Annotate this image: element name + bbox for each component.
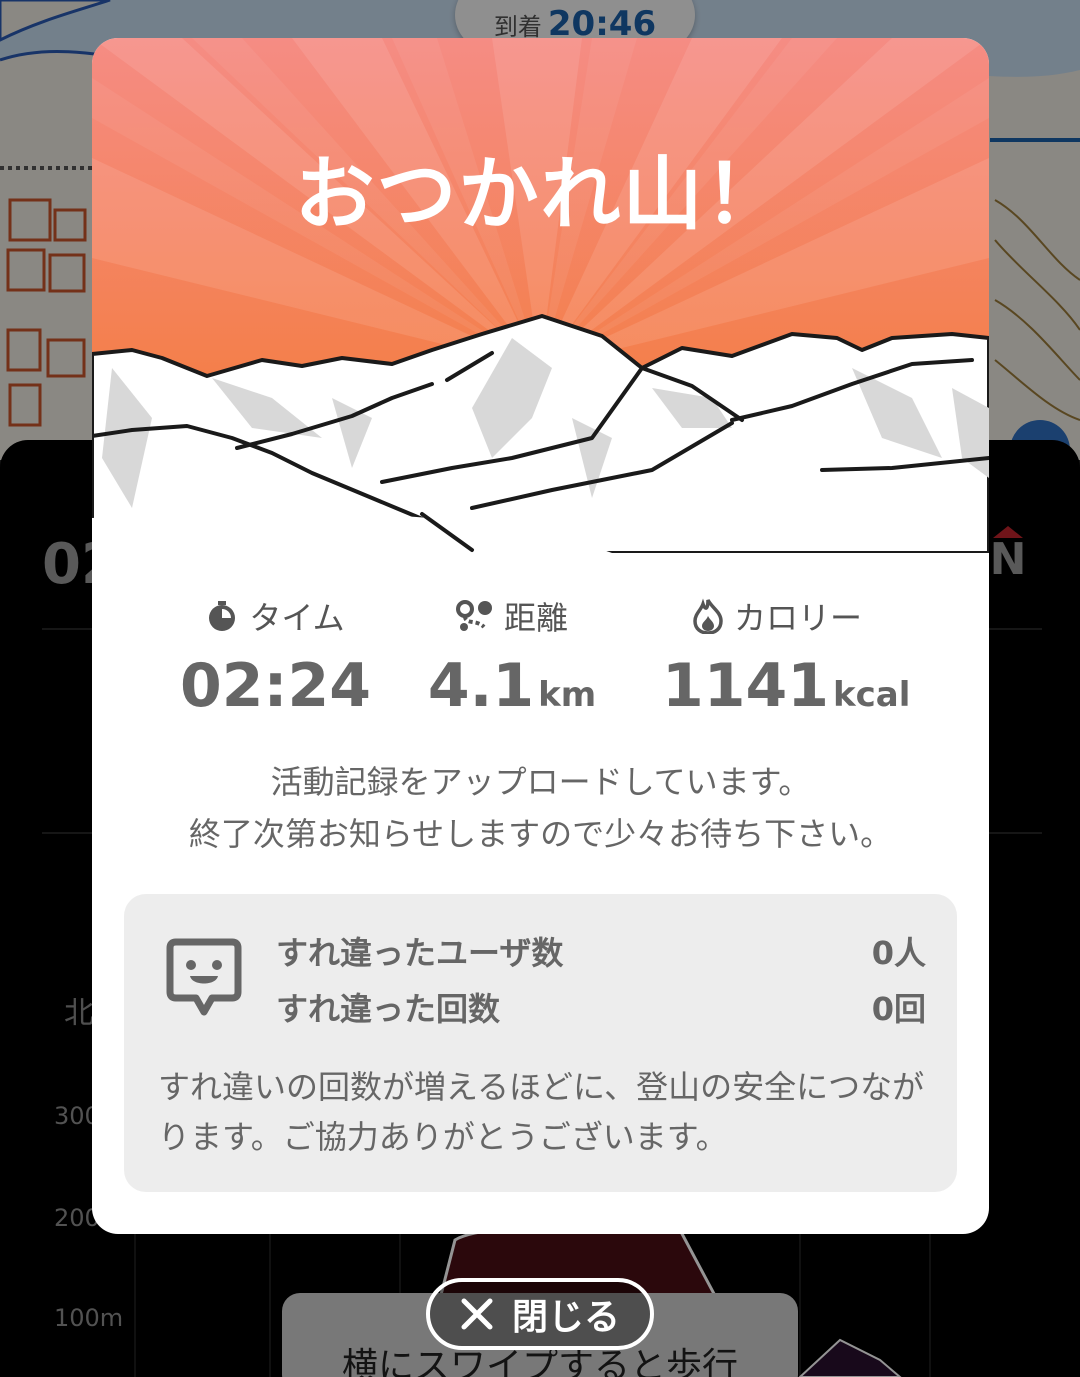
stopwatch-icon [209,601,236,631]
upload-status-line: 活動記録をアップロードしています。 [270,763,811,801]
activity-stats: タイム 02:24 距離 4.1 km カロリー 1141 kcal [92,593,989,721]
close-icon [461,1298,493,1330]
stat-calories-unit: kcal [833,675,911,715]
passing-times-row: すれ違った回数 0回 [276,984,926,1030]
upload-status-line: 終了次第お知らせしますので少々お待ち下さい。 [188,815,893,853]
upload-status-message: 活動記録をアップロードしています。 終了次第お知らせしますので少々お待ち下さい。 [92,756,989,860]
stat-distance-value: 4.1 [427,651,535,721]
stat-calories-value: 1141 [662,651,829,721]
close-button-label: 閉じる [511,1297,620,1338]
stat-calories-label: カロリー [733,599,862,637]
passing-users-row: すれ違ったユーザ数 0人 [276,928,926,974]
stat-time-label: タイム [249,599,345,637]
passing-times-label: すれ違った回数 [276,990,501,1028]
stat-distance-label: 距離 [503,599,568,637]
dialog-title: おつかれ山！ [294,148,787,241]
passing-encounters-panel: すれ違ったユーザ数 0人 すれ違った回数 0回 すれ違いの回数が増えるほどに、登… [124,894,957,1192]
passing-users-label: すれ違ったユーザ数 [276,934,564,972]
passing-times-count: 0回 [871,990,926,1028]
stat-distance-unit: km [538,675,597,715]
passing-users-count: 0人 [871,934,926,972]
stat-time-value: 02:24 [180,651,371,721]
close-button[interactable]: 閉じる [426,1278,654,1350]
flame-icon [693,598,723,634]
route-icon [455,600,492,631]
passing-face-icon [166,938,242,1016]
stat-distance: 距離 4.1 km [412,593,612,721]
mountain-sunrise-banner [92,38,989,553]
stat-time: タイム 02:24 [180,593,371,721]
stat-calories: カロリー 1141 kcal [662,593,910,721]
passing-note: すれ違いの回数が増えるほどに、登山の安全につながります。ご協力ありがとうございま… [158,1068,925,1156]
completion-dialog: おつかれ山！ タイム 02:24 距離 4.1 km カロリー 1141 kca… [92,38,989,1234]
